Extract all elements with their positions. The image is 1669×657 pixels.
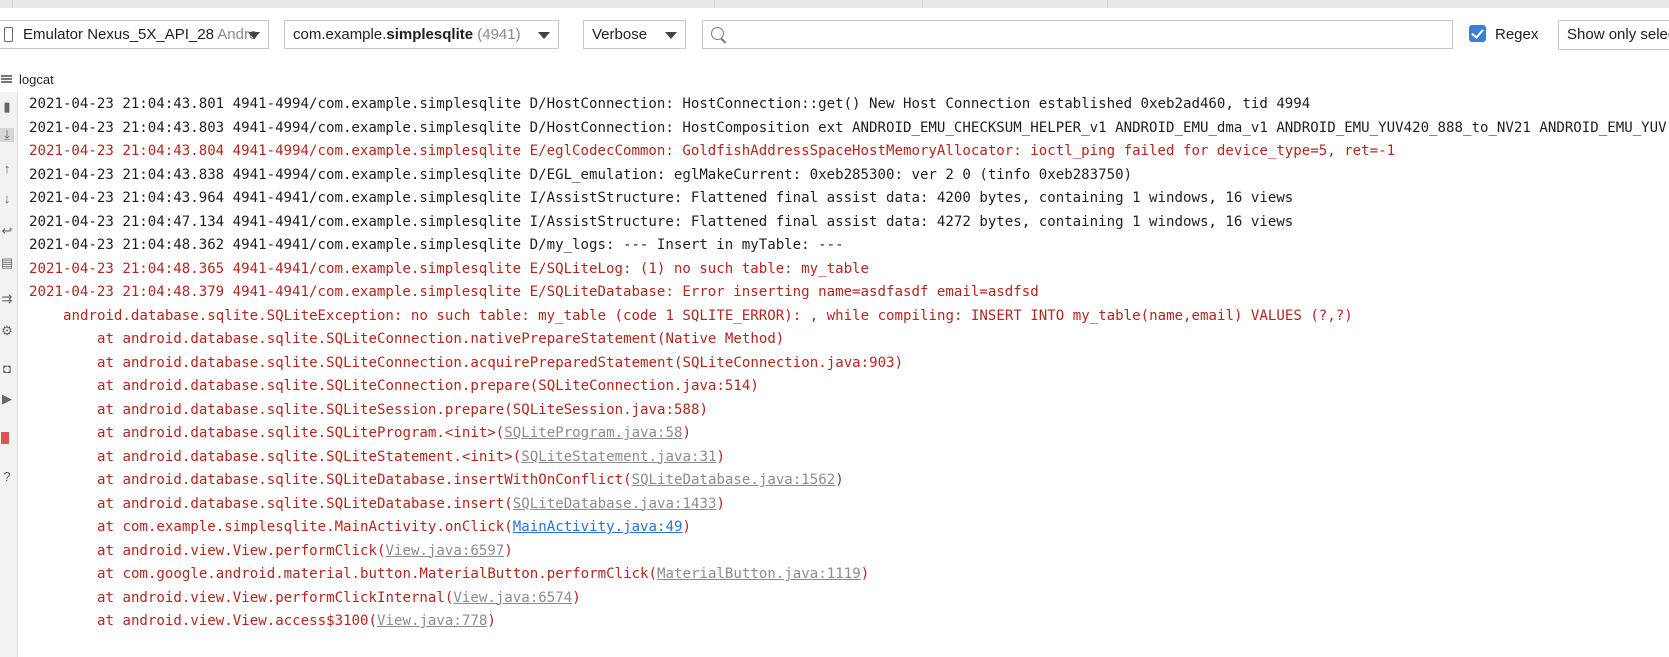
process-selector[interactable]: com.example.simplesqlite (4941) [284, 20, 559, 49]
logcat-output[interactable]: 2021-04-23 21:04:43.801 4941-4994/com.ex… [18, 94, 1669, 657]
log-line: at android.database.sqlite.SQLiteStateme… [18, 446, 725, 470]
help-icon[interactable]: ? [0, 470, 14, 484]
log-line: at android.database.sqlite.SQLiteConnect… [97, 354, 904, 371]
log-line: 2021-04-23 21:04:48.365 4941-4941/com.ex… [29, 260, 870, 277]
logcat-toolbar: Emulator Nexus_5X_API_28 Andro com.examp… [0, 8, 1669, 62]
logcat-tab-row: logcat [0, 62, 1669, 92]
source-link[interactable]: SQLiteDatabase.java:1433 [513, 496, 717, 512]
log-line: at android.view.View.access$3100(View.ja… [18, 610, 496, 634]
source-link[interactable]: MainActivity.java:49 [513, 519, 683, 535]
log-line: at com.google.android.material.button.Ma… [18, 563, 869, 587]
log-line: 2021-04-23 21:04:47.134 4941-4941/com.ex… [29, 213, 1294, 230]
up-arrow-icon[interactable]: ↑ [0, 162, 14, 176]
filter-configuration-value: Show only selected application [1567, 26, 1669, 43]
source-link[interactable]: MaterialButton.java:1119 [657, 566, 861, 582]
tab-divider [714, 0, 715, 8]
search-icon[interactable] [711, 27, 724, 40]
device-selector[interactable]: Emulator Nexus_5X_API_28 Andro [0, 20, 269, 49]
log-line: at com.example.simplesqlite.MainActivity… [18, 516, 691, 540]
log-line-text: at android.view.View.performClick( [97, 542, 386, 559]
log-line-text: at android.database.sqlite.SQLiteStateme… [97, 448, 522, 465]
search-input[interactable] [733, 23, 1437, 47]
scroll-to-end-icon[interactable]: ⤓ [0, 128, 14, 142]
log-line: at android.database.sqlite.SQLiteDatabas… [18, 493, 725, 517]
log-line-text: at android.database.sqlite.SQLiteProgram… [97, 425, 505, 441]
stop-icon[interactable] [1, 432, 9, 444]
log-line-text: ) [682, 519, 691, 535]
log-line: android.database.sqlite.SQLiteException:… [63, 307, 1353, 324]
regex-checkbox[interactable] [1469, 25, 1486, 42]
log-line-text: ) [487, 613, 496, 629]
log-line: 2021-04-23 21:04:43.838 4941-4994/com.ex… [29, 166, 1133, 183]
chevron-down-icon [538, 32, 550, 39]
log-line-text: ) [682, 425, 692, 441]
restart-icon[interactable]: ⇉ [0, 292, 14, 306]
log-line-text: at android.view.View.access$3100( [97, 613, 378, 629]
print-icon[interactable]: ▤ [0, 256, 14, 270]
log-line-text: at android.database.sqlite.SQLiteDatabas… [97, 495, 513, 512]
logcat-icon [1, 75, 12, 83]
down-arrow-icon[interactable]: ↓ [0, 192, 14, 206]
log-line-text: at com.example.simplesqlite.MainActivity… [97, 519, 513, 535]
log-line-text: at android.view.View.performClickInterna… [97, 589, 454, 606]
log-line-text: ) [572, 589, 581, 606]
device-name: Emulator Nexus_5X_API_28 [23, 26, 214, 43]
log-line: at android.database.sqlite.SQLiteConnect… [97, 378, 759, 394]
log-line: at android.view.View.performClick(View.j… [18, 540, 513, 564]
process-pid: (4941) [473, 26, 521, 43]
log-line: at android.database.sqlite.SQLiteDatabas… [18, 469, 844, 493]
logcat-tab-label[interactable]: logcat [19, 72, 54, 87]
log-level-value: Verbose [592, 26, 648, 43]
video-icon[interactable]: ▶ [0, 392, 14, 406]
log-line: at android.database.sqlite.SQLiteConnect… [97, 331, 785, 347]
log-line-text: ) [716, 448, 725, 465]
log-line: 2021-04-23 21:04:43.964 4941-4941/com.ex… [29, 190, 1294, 206]
log-line: 2021-04-23 21:04:43.804 4941-4994/com.ex… [29, 143, 1396, 159]
log-line: 2021-04-23 21:04:43.803 4941-4994/com.ex… [29, 119, 1667, 136]
source-link[interactable]: View.java:778 [377, 613, 487, 629]
log-line: 2021-04-23 21:04:48.379 4941-4941/com.ex… [29, 284, 1039, 300]
log-line-text: at android.database.sqlite.SQLiteDatabas… [97, 472, 632, 488]
soft-wrap-icon[interactable]: ↩ [0, 224, 14, 238]
source-link[interactable]: SQLiteStatement.java:31 [521, 449, 716, 465]
tab-divider [1107, 0, 1108, 8]
source-link[interactable]: SQLiteDatabase.java:1562 [632, 472, 836, 488]
log-line: 2021-04-23 21:04:43.801 4941-4994/com.ex… [29, 96, 1311, 112]
chevron-down-icon [248, 32, 260, 39]
log-line: at android.database.sqlite.SQLiteSession… [97, 401, 708, 418]
search-box [702, 20, 1453, 49]
logcat-side-toolbar: ▮ ⤓ ↑ ↓ ↩ ▤ ⇉ ⚙ ◘ ▶ ? [0, 92, 18, 657]
source-link[interactable]: View.java:6597 [386, 543, 505, 559]
log-line: at android.database.sqlite.SQLiteProgram… [18, 422, 691, 446]
regex-label[interactable]: Regex [1495, 26, 1538, 43]
source-link[interactable]: SQLiteProgram.java:58 [504, 425, 682, 441]
source-link[interactable]: View.java:6574 [453, 590, 572, 606]
tab-divider [922, 0, 923, 8]
process-prefix: com.example. [293, 26, 387, 43]
log-level-selector[interactable]: Verbose [583, 20, 686, 49]
chevron-down-icon [665, 32, 677, 39]
log-line-text: ) [860, 566, 870, 582]
log-line-text: at com.google.android.material.button.Ma… [97, 566, 658, 582]
process-name: simplesqlite [386, 26, 474, 43]
settings-icon[interactable]: ⚙ [0, 324, 14, 338]
tab-divider [12, 0, 13, 8]
log-line-text: ) [835, 472, 844, 488]
phone-icon [4, 27, 13, 42]
log-line: 2021-04-23 21:04:48.362 4941-4941/com.ex… [29, 237, 844, 253]
log-line: at android.view.View.performClickInterna… [18, 587, 581, 611]
filter-configuration-selector[interactable]: Show only selected application [1558, 20, 1669, 50]
camera-icon[interactable]: ◘ [0, 362, 14, 376]
log-line-text: ) [504, 542, 513, 559]
trash-icon[interactable]: ▮ [0, 100, 14, 114]
log-line-text: ) [716, 495, 725, 512]
